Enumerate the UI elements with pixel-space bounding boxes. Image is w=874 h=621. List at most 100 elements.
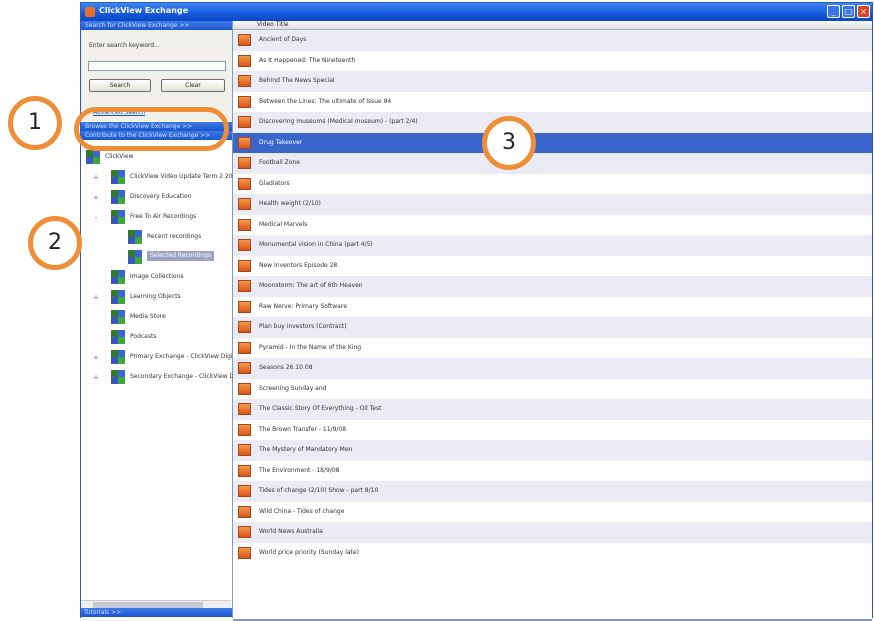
tree-node-label: Podcasts [130,333,157,340]
maximize-button[interactable]: □ [842,5,855,18]
video-row[interactable]: Medical Marvels [233,214,872,235]
video-row[interactable]: Plan buy investors (Contract) [233,317,872,338]
video-title: The Brown Transfer - 11/9/08 [259,425,347,433]
app-window: ClickView Exchange _ □ × Search for Clic… [80,2,873,621]
video-title: World News Australia [259,528,323,535]
video-icon [238,444,251,456]
tree-node-label: ClickView [105,153,134,160]
video-icon [238,136,251,149]
tree-expander-icon[interactable]: + [92,193,100,202]
video-row[interactable]: Screening Sunday and [233,378,872,399]
tree-node-label: Free To Air Recordings [130,213,197,220]
tree-expander-icon[interactable]: + [92,353,100,362]
tree-expander-icon[interactable]: + [92,373,100,382]
callout-1: 1 [8,96,62,150]
tree-expander-icon[interactable]: - [92,213,100,222]
folder-icon [128,230,143,244]
video-row[interactable]: Gladiators [233,173,872,194]
video-row[interactable]: The Environment - 18/9/08 [233,460,872,481]
callout-1-highlight [74,107,229,151]
video-row[interactable]: Behind The News Special [233,71,872,92]
video-icon [238,485,251,497]
tree-expander-icon[interactable]: + [92,173,100,182]
folder-icon [111,210,126,224]
video-title: Between the Lines: The ultimate of Issue… [259,97,392,105]
video-title: Wild China - Tides of change [259,507,345,515]
clear-button[interactable]: Clear [161,79,225,92]
video-row[interactable]: As It Happened: The Nineteenth [233,50,872,71]
video-title: Ancient of Days [259,36,307,43]
video-title: Pyramid - In the Name of the King [259,343,362,351]
video-icon [238,280,251,292]
column-header-video-title[interactable]: Video Title [233,21,872,30]
video-row[interactable]: World price priority (Sunday late) [233,542,872,563]
search-button[interactable]: Search [89,79,151,92]
folder-icon [111,270,126,284]
folder-icon [111,170,126,184]
video-icon [238,464,251,477]
search-section-header[interactable]: Search for ClickView Exchange >> [81,21,232,30]
folder-icon [111,290,126,304]
video-title: Discovering museums (Medical museum) - (… [259,118,418,125]
video-icon [238,157,251,169]
window-title: ClickView Exchange [99,6,189,15]
video-title: Behind The News Special [259,77,335,84]
video-list: Ancient of Days As It Happened: The Ninet… [233,30,872,563]
video-row[interactable]: Moonstorm: The art of 6th Heaven [233,276,872,297]
tree-expander-icon[interactable]: + [92,293,100,302]
callout-2: 2 [28,216,82,270]
video-row[interactable]: World News Australia [233,522,872,543]
video-list-pane: Video Title Ancient of Days As It Happene… [233,21,872,621]
video-icon [238,259,251,272]
tree-node-label: Recent recordings [147,233,202,240]
video-row[interactable]: Football Zone [233,153,872,174]
close-button[interactable]: × [857,5,870,18]
video-row[interactable]: The Mystery of Mandatory Men [233,440,872,461]
title-bar[interactable]: ClickView Exchange _ □ × [81,3,872,21]
tree-node-label: Media Store [130,313,166,320]
video-icon [238,239,251,251]
video-row[interactable]: The Brown Transfer - 11/9/08 [233,419,872,440]
tutorials-footer[interactable]: Tutorials >> [81,608,232,617]
folder-tree: ClickView + ClickView Video Update Term 2 … [81,150,235,600]
video-icon [238,341,251,354]
search-label: Enter search keyword... [89,42,160,49]
video-title: The Mystery of Mandatory Men [259,446,353,453]
video-row[interactable]: Pyramid - In the Name of the King [233,337,872,358]
folder-icon [86,150,101,164]
video-icon [238,177,251,190]
folder-icon [111,310,126,324]
video-icon [238,34,251,46]
video-icon [238,382,251,395]
video-row[interactable]: The Classic Story Of Everything - Oil Te… [233,399,872,420]
video-icon [238,75,251,87]
tree-node-label: Discovery Education [130,193,192,200]
video-title: Plan buy investors (Contract) [259,323,347,330]
video-row[interactable]: Between the Lines: The ultimate of Issue… [233,91,872,112]
search-input[interactable] [88,61,226,71]
video-row[interactable]: Monumental vision in China (part 4/5) [233,235,872,256]
video-row[interactable]: Ancient of Days [233,30,872,51]
video-row[interactable]: Seasons 26.10.08 [233,358,872,379]
video-icon [238,198,251,210]
video-title: The Classic Story Of Everything - Oil Te… [259,405,382,412]
video-title: Health weight (2/10) [259,200,321,207]
video-row[interactable]: Wild China - Tides of change [233,501,872,522]
video-row[interactable]: New Inventors Episode 28 [233,255,872,276]
minimize-button[interactable]: _ [827,5,840,18]
callout-3: 3 [482,116,536,170]
video-title: Gladiators [259,179,290,187]
video-row[interactable]: Raw Nerve: Primary Software [233,296,872,317]
folder-icon [128,250,143,264]
video-icon [238,403,251,415]
folder-icon [111,350,126,364]
video-icon [238,505,251,518]
app-icon [85,7,95,17]
video-row[interactable]: Discovering museums (Medical museum) - (… [233,112,872,133]
video-row[interactable]: Health weight (2/10) [233,194,872,215]
video-icon [238,300,251,313]
video-row[interactable]: Tides of change (2/10) Show - part 8/10 [233,481,872,502]
video-icon [238,321,251,333]
video-row[interactable]: Drug Takeover [233,132,872,153]
tree-node-label: ClickView Video Update Term 2 20 [130,173,233,180]
